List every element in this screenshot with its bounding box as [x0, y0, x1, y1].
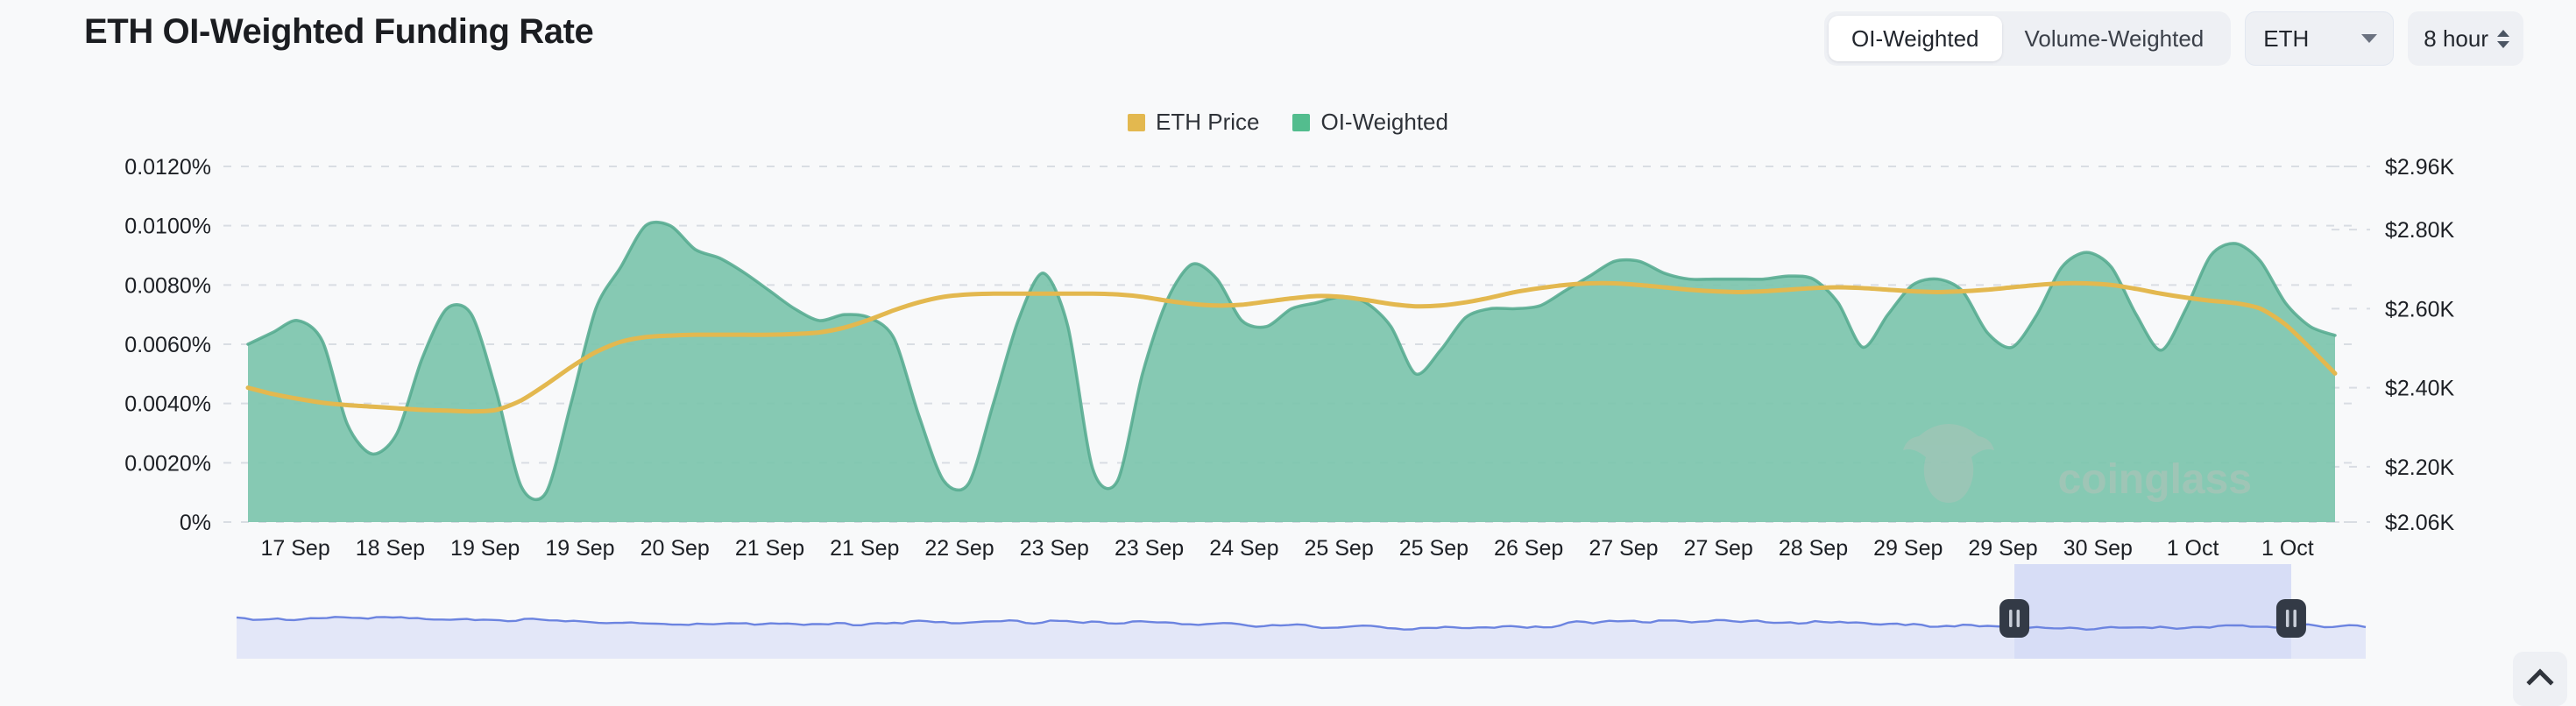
chevron-down-icon	[2361, 34, 2377, 43]
svg-text:26 Sep: 26 Sep	[1494, 536, 1563, 561]
svg-text:27 Sep: 27 Sep	[1684, 536, 1753, 561]
spinner-updown-icon[interactable]	[2497, 30, 2509, 48]
svg-text:28 Sep: 28 Sep	[1779, 536, 1848, 561]
svg-text:20 Sep: 20 Sep	[640, 536, 710, 561]
svg-text:22 Sep: 22 Sep	[924, 536, 994, 561]
svg-text:29 Sep: 29 Sep	[1968, 536, 2037, 561]
svg-text:0%: 0%	[180, 511, 211, 535]
brush-canvas[interactable]	[0, 561, 2576, 674]
chart-canvas[interactable]: coinglass 0% 0.0020% 0.0040% 0.0060% 0.0080% 0…	[0, 149, 2576, 561]
svg-text:24 Sep: 24 Sep	[1209, 536, 1278, 561]
svg-text:1 Oct: 1 Oct	[2167, 536, 2219, 561]
panel-header: ETH OI-Weighted Funding Rate OI-Weighted…	[0, 0, 2576, 88]
legend-label: OI-Weighted	[1320, 109, 1447, 136]
range-brush[interactable]	[0, 561, 2576, 674]
weighting-segmented-control[interactable]: OI-Weighted Volume-Weighted	[1824, 11, 2231, 66]
svg-text:$2.96K: $2.96K	[2385, 155, 2455, 180]
interval-stepper[interactable]: 8 hour	[2408, 11, 2523, 66]
legend-swatch-icon	[1128, 114, 1145, 131]
svg-text:25 Sep: 25 Sep	[1305, 536, 1374, 561]
asset-select-value: ETH	[2263, 25, 2309, 53]
chevron-up-icon	[2526, 668, 2553, 695]
asset-select[interactable]: ETH	[2245, 11, 2394, 66]
svg-text:coinglass: coinglass	[2058, 456, 2252, 503]
svg-text:$2.80K: $2.80K	[2385, 218, 2455, 243]
svg-text:0.0080%: 0.0080%	[124, 273, 211, 298]
legend-label: ETH Price	[1156, 109, 1259, 136]
svg-text:27 Sep: 27 Sep	[1589, 536, 1658, 561]
scroll-to-top-button[interactable]	[2513, 652, 2567, 706]
brush-handle-right	[2276, 599, 2306, 638]
svg-text:$2.20K: $2.20K	[2385, 455, 2455, 480]
main-chart[interactable]: coinglass 0% 0.0020% 0.0040% 0.0060% 0.0080% 0…	[0, 149, 2576, 561]
svg-text:0.0040%: 0.0040%	[124, 392, 211, 417]
legend-swatch-icon	[1292, 114, 1310, 131]
svg-text:17 Sep: 17 Sep	[261, 536, 330, 561]
svg-text:30 Sep: 30 Sep	[2063, 536, 2133, 561]
svg-text:25 Sep: 25 Sep	[1399, 536, 1468, 561]
chart-legend: ETH Price OI-Weighted	[0, 109, 2576, 136]
svg-text:21 Sep: 21 Sep	[830, 536, 899, 561]
svg-text:$2.40K: $2.40K	[2385, 377, 2455, 401]
svg-text:1 Oct: 1 Oct	[2261, 536, 2314, 561]
svg-text:0.0120%: 0.0120%	[124, 155, 211, 180]
svg-text:0.0100%: 0.0100%	[124, 215, 211, 239]
brush-handle-left	[1999, 599, 2029, 638]
svg-text:19 Sep: 19 Sep	[450, 536, 520, 561]
svg-text:23 Sep: 23 Sep	[1020, 536, 1089, 561]
page-title: ETH OI-Weighted Funding Rate	[84, 12, 593, 52]
svg-text:19 Sep: 19 Sep	[545, 536, 614, 561]
svg-text:29 Sep: 29 Sep	[1873, 536, 1943, 561]
svg-text:0.0060%: 0.0060%	[124, 333, 211, 357]
legend-item-eth-price[interactable]: ETH Price	[1128, 109, 1259, 136]
header-controls: OI-Weighted Volume-Weighted ETH 8 hour	[1824, 11, 2523, 66]
svg-text:23 Sep: 23 Sep	[1115, 536, 1184, 561]
tab-volume-weighted[interactable]: Volume-Weighted	[2002, 16, 2227, 61]
svg-text:21 Sep: 21 Sep	[735, 536, 804, 561]
legend-item-oi-weighted[interactable]: OI-Weighted	[1292, 109, 1447, 136]
svg-text:$2.06K: $2.06K	[2385, 511, 2455, 535]
interval-stepper-value: 8 hour	[2424, 25, 2488, 53]
funding-rate-chart-panel: ETH OI-Weighted Funding Rate OI-Weighted…	[0, 0, 2576, 706]
svg-text:0.0020%: 0.0020%	[124, 451, 211, 476]
tab-oi-weighted[interactable]: OI-Weighted	[1829, 16, 2001, 61]
svg-text:18 Sep: 18 Sep	[356, 536, 425, 561]
svg-text:$2.60K: $2.60K	[2385, 297, 2455, 321]
